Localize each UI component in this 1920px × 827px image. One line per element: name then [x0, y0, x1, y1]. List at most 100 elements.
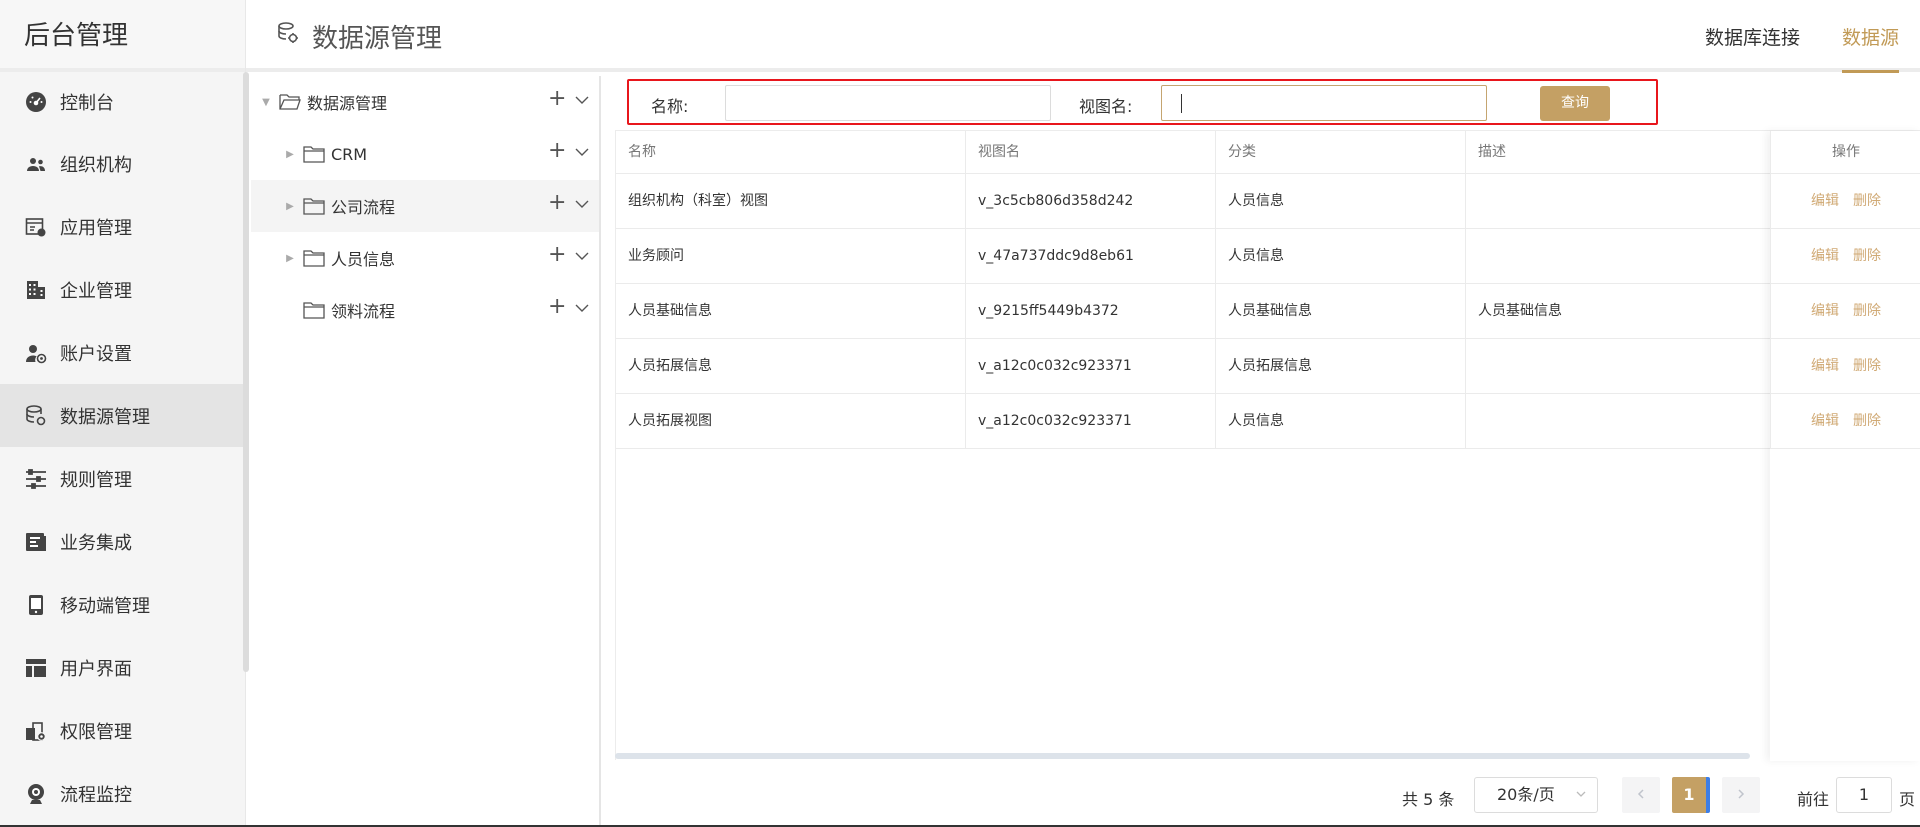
sidebar-item-label: 权限管理	[60, 721, 132, 743]
cell-category: 人员基础信息	[1216, 284, 1466, 339]
database-icon	[276, 21, 312, 52]
cell-category: 人员信息	[1216, 174, 1466, 229]
prev-page-button[interactable]	[1622, 777, 1660, 813]
tree-node-2[interactable]: ▶ 公司流程 +	[251, 180, 599, 232]
tree-node-label: CRM	[331, 144, 368, 164]
plus-icon[interactable]: +	[548, 244, 566, 266]
sidebar-item-11[interactable]: 流程监控	[0, 762, 245, 825]
chevron-down-icon[interactable]	[574, 144, 590, 160]
sidebar-item-9[interactable]: 用户界面	[0, 636, 245, 699]
sidebar-item-3[interactable]: 企业管理	[0, 258, 245, 321]
caret-right-icon[interactable]: ▶	[283, 201, 297, 212]
col-name: 名称	[616, 131, 966, 174]
sidebar-item-5[interactable]: 数据源管理	[0, 384, 245, 447]
cell-view: v_a12c0c032c923371	[966, 339, 1216, 394]
folder-icon	[297, 197, 331, 215]
sidebar-item-label: 业务集成	[60, 532, 132, 554]
tab-database-connection[interactable]: 数据库连接	[1705, 0, 1800, 72]
col-category: 分类	[1216, 131, 1466, 174]
plus-icon[interactable]: +	[548, 296, 566, 318]
sidebar: 后台管理 控制台组织机构应用管理企业管理账户设置数据源管理 规则管理业务集成移动端…	[0, 0, 249, 827]
cell-category: 人员信息	[1216, 394, 1466, 449]
sidebar-item-4[interactable]: 账户设置	[0, 321, 245, 384]
users-icon	[24, 152, 48, 176]
plus-icon[interactable]: +	[548, 88, 566, 110]
name-input[interactable]	[725, 85, 1051, 121]
dashboard-icon	[24, 90, 48, 114]
page-size-value: 20条/页	[1497, 785, 1555, 804]
sidebar-item-label: 应用管理	[60, 217, 132, 239]
plus-icon[interactable]: +	[548, 192, 566, 214]
col-view: 视图名	[966, 131, 1216, 174]
sidebar-item-label: 控制台	[60, 93, 114, 114]
delete-button[interactable]: 删除	[1853, 358, 1881, 374]
table-row: 人员拓展视图 v_a12c0c032c923371 人员信息 编辑 删除	[616, 394, 1920, 449]
caret-down-icon[interactable]: ▼	[259, 97, 273, 108]
delete-button[interactable]: 删除	[1853, 413, 1881, 429]
cell-desc	[1466, 229, 1771, 284]
delete-button[interactable]: 删除	[1853, 303, 1881, 319]
sidebar-item-1[interactable]: 组织机构	[0, 132, 245, 195]
cell-category: 人员信息	[1216, 229, 1466, 284]
sidebar-item-7[interactable]: 业务集成	[0, 510, 245, 573]
edit-button[interactable]: 编辑	[1811, 413, 1839, 429]
sidebar-item-10[interactable]: 权限管理	[0, 699, 245, 762]
sidebar-item-label: 流程监控	[60, 784, 132, 806]
tree-node-0[interactable]: ▼ 数据源管理 +	[251, 76, 599, 128]
delete-button[interactable]: 删除	[1853, 248, 1881, 264]
cell-view: v_47a737ddc9d8eb61	[966, 229, 1216, 284]
permission-icon	[24, 719, 48, 743]
chevron-down-icon[interactable]	[574, 196, 590, 212]
table-horizontal-scrollbar[interactable]	[615, 753, 1750, 759]
sidebar-item-2[interactable]: 应用管理	[0, 195, 245, 258]
cell-name: 组织机构（科室）视图	[616, 174, 966, 229]
page-title: 数据源管理	[312, 23, 443, 54]
view-name-input[interactable]	[1161, 85, 1487, 121]
app-title: 后台管理	[0, 0, 245, 72]
delete-button[interactable]: 删除	[1853, 193, 1881, 209]
tree-node-1[interactable]: ▶ CRM +	[251, 128, 599, 180]
cell-name: 业务顾问	[616, 229, 966, 284]
cell-desc	[1466, 339, 1771, 394]
chevron-down-icon[interactable]	[574, 92, 590, 108]
edit-button[interactable]: 编辑	[1811, 193, 1839, 209]
folder-icon	[297, 145, 331, 163]
text-caret	[1181, 94, 1182, 113]
app-root: 后台管理 控制台 组织机构 应用管理 企业管理 账户设置 数据源管理 规则管理 业务集成 移动端…	[0, 0, 1920, 827]
table-row: 人员拓展信息 v_a12c0c032c923371 人员拓展信息 编辑 删除	[616, 339, 1920, 394]
sidebar-scrollbar[interactable]	[243, 72, 249, 672]
cell-actions: 编辑 删除	[1771, 174, 1920, 229]
sidebar-item-label: 账户设置	[60, 343, 132, 365]
query-button[interactable]: 查询	[1540, 86, 1610, 121]
page-size-select[interactable]: 20条/页	[1474, 777, 1598, 813]
caret-right-icon[interactable]: ▶	[283, 253, 297, 264]
next-page-button[interactable]	[1722, 777, 1760, 813]
edit-button[interactable]: 编辑	[1811, 303, 1839, 319]
page-number-current[interactable]: 1	[1672, 777, 1710, 813]
pager-total: 共 5 条	[1402, 790, 1455, 809]
search-bar: 名称: 视图名: 查询	[627, 79, 1658, 125]
tree-node-label: 领料流程	[331, 302, 396, 321]
datasource-tree: ▼ 数据源管理 + ▶ CRM + ▶ 公司流程 + ▶ 人员信息 + 领料流程 +	[251, 76, 601, 827]
edit-button[interactable]: 编辑	[1811, 358, 1839, 374]
datasource-table: 名称 视图名 分类 描述 操作 组织机构（科室）视图 v_3c5cb806d358…	[615, 130, 1920, 760]
sidebar-nav: 控制台组织机构应用管理企业管理账户设置数据源管理 规则管理业务集成移动端管理 用户界…	[0, 72, 245, 825]
tree-node-4[interactable]: 领料流程 +	[251, 284, 599, 336]
folder-icon	[273, 93, 307, 111]
caret-right-icon[interactable]: ▶	[283, 149, 297, 160]
sidebar-item-label: 企业管理	[60, 280, 132, 302]
cell-actions: 编辑 删除	[1771, 284, 1920, 339]
cell-name: 人员基础信息	[616, 284, 966, 339]
chevron-down-icon[interactable]	[574, 300, 590, 316]
plus-icon[interactable]: +	[548, 140, 566, 162]
edit-button[interactable]: 编辑	[1811, 248, 1839, 264]
chevron-down-icon	[1576, 791, 1586, 797]
sidebar-item-8[interactable]: 移动端管理	[0, 573, 245, 636]
chevron-down-icon[interactable]	[574, 248, 590, 264]
tab-datasource[interactable]: 数据源	[1842, 0, 1900, 73]
goto-page-input[interactable]: 1	[1836, 777, 1892, 813]
sidebar-item-6[interactable]: 规则管理	[0, 447, 245, 510]
col-desc: 描述	[1466, 131, 1771, 174]
tree-node-3[interactable]: ▶ 人员信息 +	[251, 232, 599, 284]
sidebar-item-0[interactable]: 控制台	[0, 72, 245, 132]
